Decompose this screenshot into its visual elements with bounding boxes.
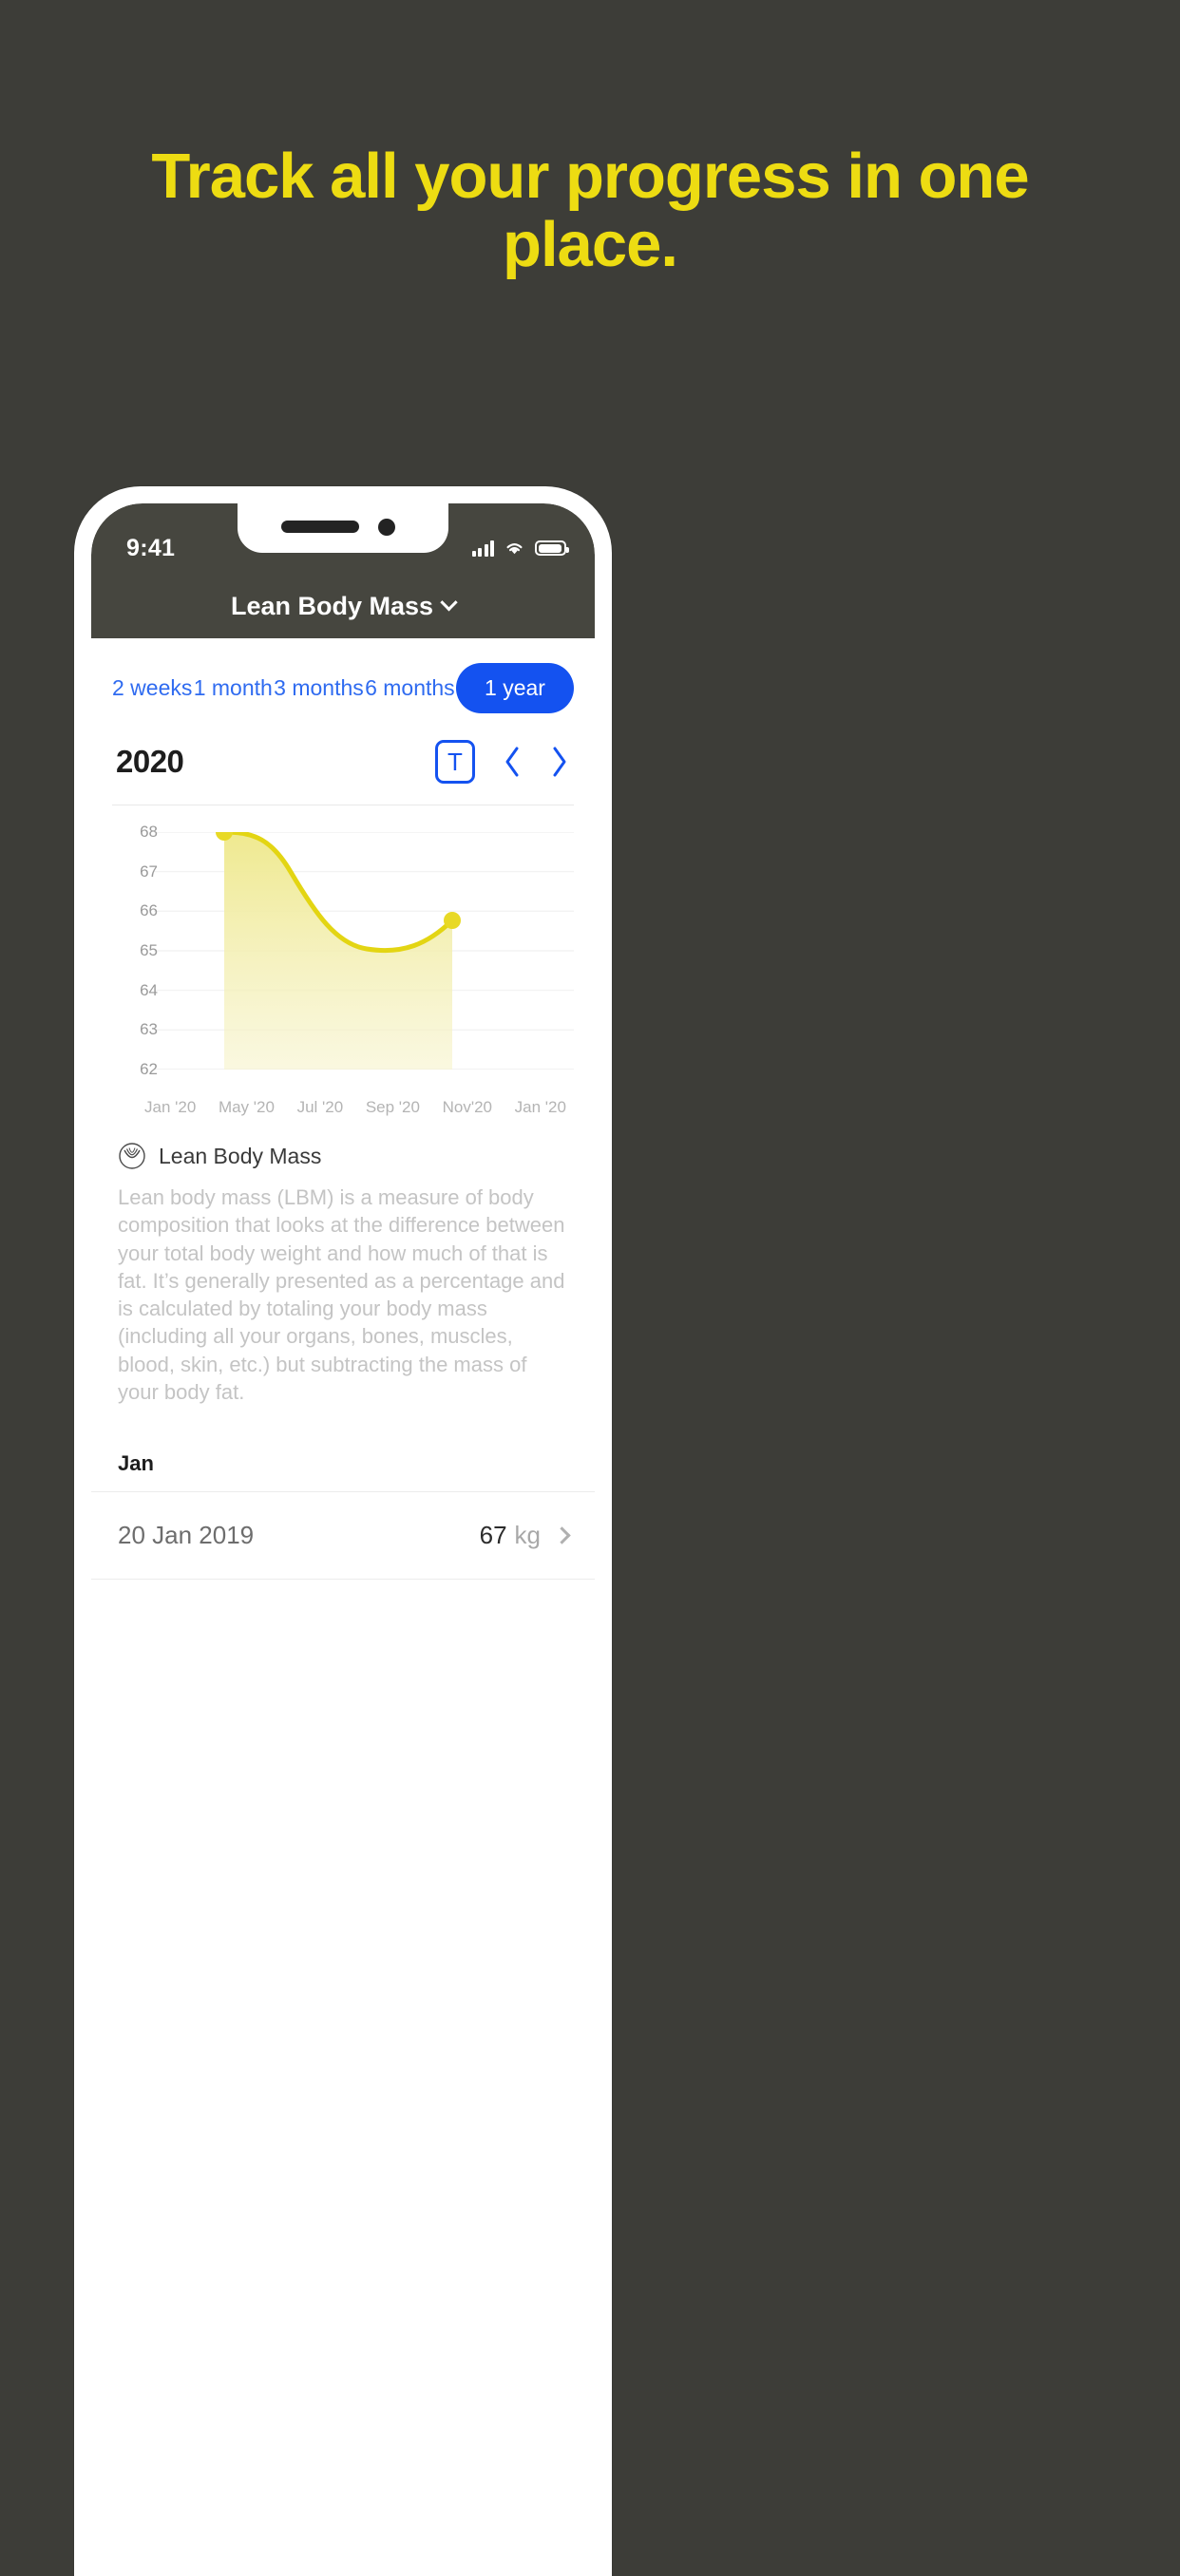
front-camera-icon xyxy=(378,519,395,536)
chart-year-title: 2020 xyxy=(116,744,184,779)
row-value: 67 xyxy=(479,1521,507,1549)
description-body: Lean body mass (LBM) is a measure of bod… xyxy=(118,1185,565,1404)
range-tab-1-month[interactable]: 1 month xyxy=(194,675,273,701)
y-tick-63: 63 xyxy=(140,1020,158,1039)
chevron-down-icon[interactable] xyxy=(440,594,458,612)
x-tick-4: Nov'20 xyxy=(442,1098,492,1116)
y-tick-65: 65 xyxy=(140,941,158,959)
status-bar-clock: 9:41 xyxy=(126,534,176,561)
range-tab-3-months[interactable]: 3 months xyxy=(274,675,364,701)
chevron-right-icon[interactable] xyxy=(549,745,570,779)
y-tick-67: 67 xyxy=(140,862,158,881)
wifi-icon xyxy=(506,543,523,555)
x-tick-2: Jul '20 xyxy=(296,1098,344,1116)
x-tick-1: May '20 xyxy=(218,1098,275,1116)
list-divider-bottom xyxy=(91,1579,595,1580)
y-tick-62: 62 xyxy=(140,1060,158,1078)
row-unit: kg xyxy=(514,1521,541,1549)
chart-area: 68 67 66 65 64 63 62 xyxy=(91,805,595,1090)
x-tick-0: Jan '20 xyxy=(144,1098,197,1116)
phone-mockup: 9:41 Lean Body Mass 2 weeks 1 month 3 mo… xyxy=(74,486,612,2576)
nav-title-label: Lean Body Mass xyxy=(230,592,434,620)
lean-body-mass-icon xyxy=(119,1143,145,1169)
status-bar-icons xyxy=(471,540,569,557)
description-section: Lean Body Mass Lean body mass (LBM) is a… xyxy=(91,1117,595,1415)
cellular-signal-icon xyxy=(471,540,494,557)
chart-y-axis: 68 67 66 65 64 63 62 xyxy=(120,823,158,1078)
chart-point-end xyxy=(444,912,461,929)
row-date: 20 Jan 2019 xyxy=(118,1521,255,1549)
chevron-left-icon[interactable] xyxy=(502,745,523,779)
description-title: Lean Body Mass xyxy=(159,1143,322,1168)
lean-body-mass-chart[interactable] xyxy=(112,832,574,1070)
chart-controls: T xyxy=(435,740,570,784)
y-tick-66: 66 xyxy=(140,901,158,920)
chart-area-fill xyxy=(224,832,452,1070)
promo-headline: Track all your progress in one place. xyxy=(151,141,1029,281)
x-tick-3: Sep '20 xyxy=(365,1098,420,1116)
battery-icon xyxy=(535,540,569,556)
range-tab-bar: 2 weeks 1 month 3 months 6 months 1 year xyxy=(91,638,595,736)
earpiece-speaker xyxy=(281,521,359,533)
today-button[interactable]: T xyxy=(435,740,475,784)
y-tick-64: 64 xyxy=(140,980,158,999)
phone-notch xyxy=(238,503,448,553)
chart-x-axis: Jan '20 May '20 Jul '20 Sep '20 Nov'20 J… xyxy=(91,1090,595,1117)
description-header: Lean Body Mass xyxy=(118,1142,568,1170)
nav-title-bar[interactable]: Lean Body Mass xyxy=(91,592,595,621)
list-section-header: Jan xyxy=(118,1451,154,1475)
chevron-right-icon[interactable] xyxy=(553,1526,571,1544)
range-tab-2-weeks[interactable]: 2 weeks xyxy=(112,675,192,701)
range-tab-1-year[interactable]: 1 year xyxy=(456,663,574,713)
row-value-group: 67 kg xyxy=(479,1521,571,1550)
chart-header: 2020 T xyxy=(91,736,595,805)
y-tick-68: 68 xyxy=(140,823,158,841)
app-top-bar: 9:41 Lean Body Mass xyxy=(91,503,595,638)
table-row[interactable]: 20 Jan 2019 67 kg xyxy=(91,1492,595,1579)
x-tick-5: Jan '20 xyxy=(514,1098,566,1116)
range-tab-6-months[interactable]: 6 months xyxy=(365,675,455,701)
phone-screen: 9:41 Lean Body Mass 2 weeks 1 month 3 mo… xyxy=(91,503,595,2576)
